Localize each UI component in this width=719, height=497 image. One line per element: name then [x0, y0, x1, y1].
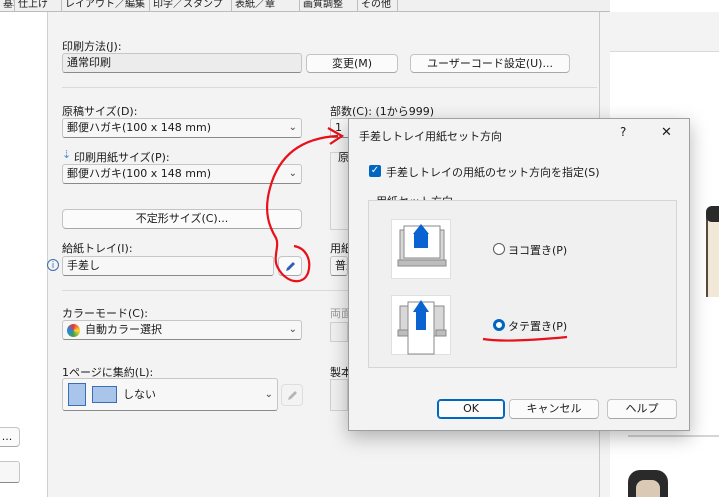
- manual-tray-dialog: 手差しトレイ用紙セット方向 ? ✕ ✓ 手差しトレイの用紙のセット方向を指定(S…: [348, 118, 690, 431]
- page-edge: [628, 435, 719, 437]
- preview-pane: [0, 12, 48, 497]
- left-ellipsis-button[interactable]: ...: [0, 427, 20, 447]
- print-method-value: 通常印刷: [67, 56, 111, 69]
- dialog-title: 手差しトレイ用紙セット方向: [359, 130, 502, 143]
- paper-tray-label: 給紙トレイ(I):: [62, 242, 133, 255]
- user-code-button-label: ユーザーコード設定(U)...: [427, 57, 553, 70]
- yoko-label: ヨコ置き(P): [508, 244, 568, 257]
- copies-range: (1から999): [375, 105, 435, 118]
- help-button[interactable]: ヘルプ: [607, 399, 677, 419]
- duplex-box: [330, 322, 348, 342]
- character-hat: [706, 206, 719, 222]
- change-button[interactable]: 変更(M): [306, 54, 398, 73]
- close-icon[interactable]: ✕: [661, 125, 672, 140]
- portrait-tray-icon: [397, 300, 447, 355]
- info-icon: i: [47, 259, 59, 271]
- color-mode-label: カラーモード(C):: [62, 307, 148, 320]
- landscape-tray-image: [391, 219, 451, 279]
- copies-label: 部数(C): (1から999): [330, 103, 434, 119]
- landscape-page-icon: [92, 386, 117, 403]
- tab-4[interactable]: 表紙／章: [232, 0, 300, 12]
- copies-label-text: 部数(C):: [330, 105, 372, 118]
- color-mode-value: 自動カラー選択: [85, 323, 162, 336]
- help-glyph: ?: [620, 125, 627, 139]
- ok-label: OK: [463, 402, 479, 415]
- tab-2[interactable]: レイアウト／編集: [62, 0, 150, 12]
- paper-size-value: 郵便ハガキ(100 x 148 mm): [67, 167, 212, 180]
- original-size-label: 原稿サイズ(D):: [62, 105, 138, 118]
- character-face: [636, 480, 660, 497]
- cancel-label: キャンセル: [526, 402, 582, 415]
- chevron-down-icon: ⌄: [288, 324, 297, 335]
- binding-box: [330, 379, 348, 411]
- help-icon[interactable]: ?: [620, 125, 626, 139]
- close-glyph: ✕: [661, 125, 672, 140]
- annotation-arrow: [266, 127, 345, 283]
- left-partial-field[interactable]: [0, 461, 20, 483]
- print-method-label: 印刷方法(J):: [62, 40, 122, 53]
- character-illustration: [706, 212, 719, 297]
- paper-tray-value: 手差し: [67, 259, 100, 272]
- arrow-down-icon: ⇣: [62, 148, 72, 161]
- paper-size-label: 印刷用紙サイズ(P):: [74, 151, 170, 164]
- pencil-icon: [288, 391, 297, 400]
- yoko-radio[interactable]: [493, 243, 505, 255]
- landscape-tray-icon: [397, 224, 447, 267]
- help-button-label: ヘルプ: [625, 402, 659, 415]
- color-wheel-icon: [67, 324, 80, 337]
- original-size-value: 郵便ハガキ(100 x 148 mm): [67, 121, 212, 134]
- tab-6[interactable]: その他: [358, 0, 398, 12]
- tab-5[interactable]: 画質調整: [300, 0, 358, 12]
- tab-0[interactable]: 基本: [0, 0, 15, 12]
- ok-button[interactable]: OK: [437, 399, 505, 419]
- tab-3[interactable]: 印字／スタンプ: [150, 0, 232, 12]
- nup-select[interactable]: しない ⌄: [62, 378, 278, 411]
- nup-value: しない: [123, 388, 156, 401]
- portrait-tray-image: [391, 295, 451, 355]
- cancel-button[interactable]: キャンセル: [509, 399, 599, 419]
- tab-1[interactable]: 仕上げ: [15, 0, 62, 12]
- single-page-icon: [68, 383, 86, 406]
- document-toolbar: [610, 12, 719, 52]
- checkmark-icon[interactable]: ✓: [369, 165, 381, 177]
- custom-size-label: 不定形サイズ(C)...: [135, 212, 229, 225]
- user-code-button[interactable]: ユーザーコード設定(U)...: [410, 54, 570, 73]
- specify-direction-checkbox-label: 手差しトレイの用紙のセット方向を指定(S): [386, 166, 600, 179]
- paper-tray-select[interactable]: 手差し: [62, 256, 274, 276]
- left-ellipsis-label: ...: [1, 430, 13, 443]
- change-button-label: 変更(M): [331, 57, 373, 70]
- nup-edit-button[interactable]: [281, 384, 303, 406]
- tate-radio[interactable]: [493, 319, 505, 331]
- print-method-field: 通常印刷: [62, 53, 302, 73]
- section-separator: [62, 87, 597, 88]
- color-mode-select[interactable]: 自動カラー選択 ⌄: [62, 320, 302, 340]
- annotation-underline: [482, 335, 568, 342]
- chevron-down-icon: ⌄: [264, 389, 273, 400]
